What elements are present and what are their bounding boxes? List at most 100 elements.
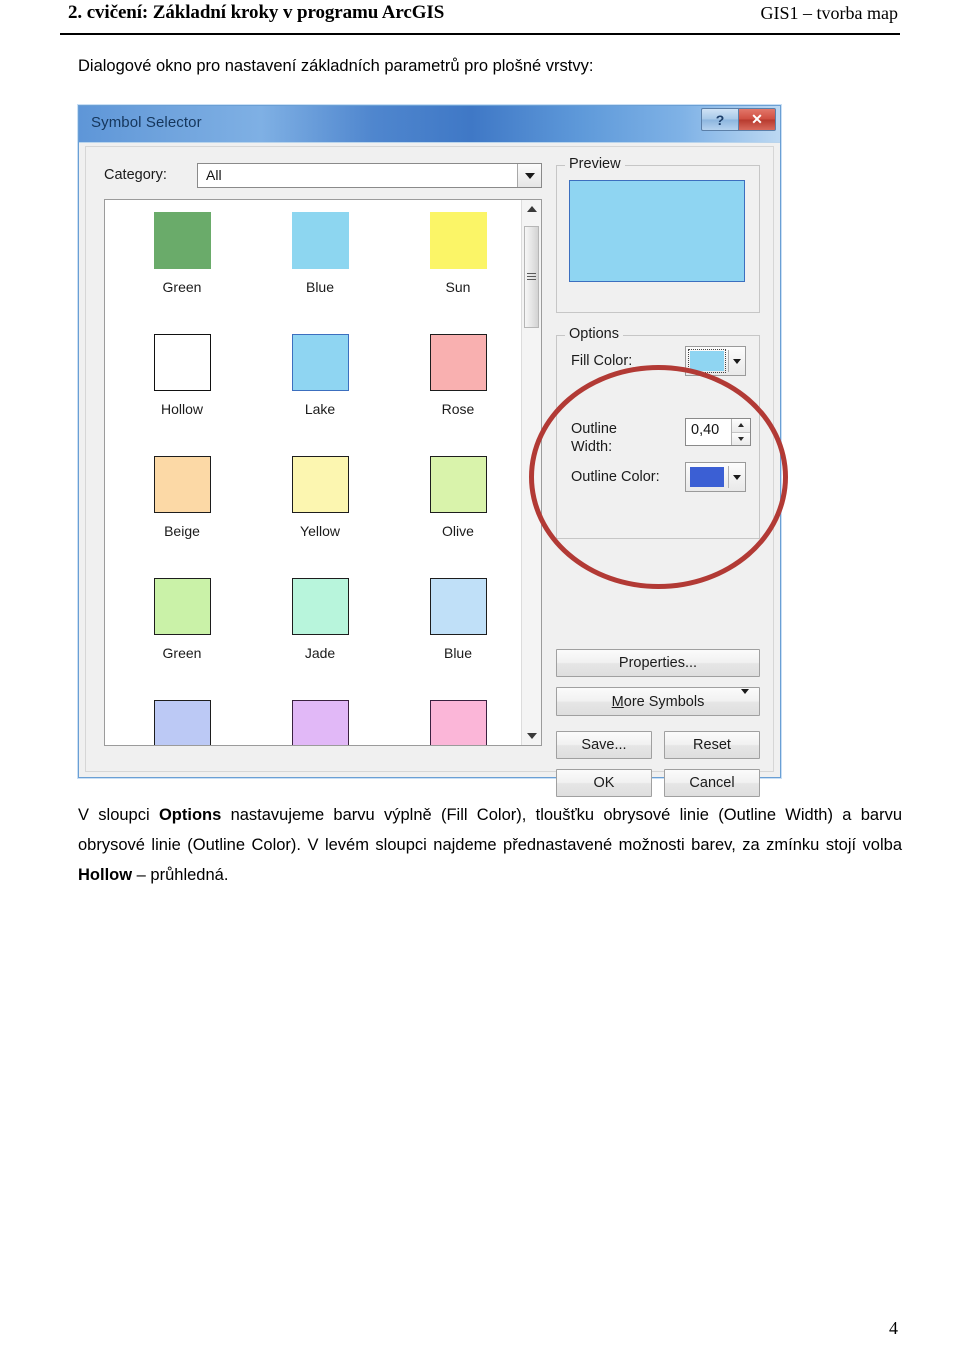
more-symbols-accesskey: M (611, 693, 624, 710)
options-group: Options Fill Color: Outline Width: 0,40 (556, 326, 760, 539)
triangle-glyph (526, 206, 537, 212)
symbol-item[interactable]: Hollow (121, 330, 243, 452)
category-dropdown[interactable]: All (197, 163, 542, 188)
category-value: All (206, 167, 222, 183)
symbol-item[interactable]: Green (121, 208, 243, 330)
body-paragraph: V sloupci Options nastavujeme barvu výpl… (78, 800, 902, 890)
symbol-swatch[interactable] (153, 212, 211, 269)
symbol-swatch[interactable] (291, 578, 349, 635)
body-text-part1: V sloupci (78, 806, 159, 824)
page-header: 2. cvičení: Základní kroky v programu Ar… (0, 0, 960, 38)
symbol-swatch[interactable] (153, 578, 211, 635)
properties-button[interactable]: Properties... (556, 649, 760, 677)
category-row: Category: All (104, 163, 542, 189)
symbol-label: Rose (441, 401, 475, 417)
symbol-swatch[interactable] (429, 334, 487, 391)
symbol-item[interactable]: Olive (397, 452, 519, 574)
dialog-title: Symbol Selector (91, 114, 202, 131)
symbol-selector-dialog: Symbol Selector ? ✕ Category: All Green B… (78, 105, 788, 797)
symbol-item[interactable]: Lake (259, 330, 381, 452)
symbol-item[interactable]: Rose (397, 330, 519, 452)
symbol-swatch[interactable] (429, 456, 487, 513)
symbol-item[interactable]: Blue (259, 208, 381, 330)
symbol-label: Hollow (160, 401, 203, 417)
body-bold-options: Options (158, 806, 222, 824)
outline-color-label: Outline Color: (571, 469, 660, 485)
fill-color-label: Fill Color: (571, 353, 633, 369)
stepper-buttons[interactable] (731, 419, 750, 445)
cancel-button[interactable]: Cancel (664, 769, 760, 797)
fill-color-button[interactable] (685, 346, 746, 376)
symbol-item[interactable]: Beige (121, 452, 243, 574)
symbol-label: Olive (442, 523, 474, 539)
header-right-title: GIS1 – tvorba map (760, 3, 898, 23)
reset-button[interactable]: Reset (664, 731, 760, 759)
preview-swatch (569, 180, 745, 282)
symbol-swatch[interactable] (291, 700, 349, 745)
chevron-down-icon[interactable] (517, 164, 541, 187)
dialog-client-area: Category: All Green Blue Sun Hollow Lake Rose… (85, 146, 788, 797)
outline-color-chip (690, 467, 724, 487)
preview-group-title: Preview (565, 156, 625, 172)
scroll-down-icon[interactable] (522, 727, 541, 745)
chevron-down-icon[interactable] (729, 358, 745, 364)
symbol-swatch[interactable] (153, 456, 211, 513)
triangle-glyph (733, 474, 741, 480)
chevron-down-icon[interactable] (741, 688, 749, 710)
help-icon[interactable]: ? (701, 108, 739, 131)
symbol-list-scrollbar[interactable] (521, 200, 541, 745)
symbol-swatch[interactable] (291, 456, 349, 513)
symbol-item[interactable] (259, 696, 381, 745)
outline-color-button[interactable] (685, 462, 746, 492)
symbol-item[interactable] (397, 696, 519, 745)
symbol-row: Hollow Lake Rose (105, 330, 521, 452)
page-number: 4 (889, 1318, 898, 1338)
stepper-down-icon[interactable] (732, 432, 750, 445)
more-symbols-label: More Symbols (612, 694, 705, 710)
symbol-swatch[interactable] (153, 334, 211, 391)
symbol-row: Green Blue Sun (105, 208, 521, 330)
ok-button[interactable]: OK (556, 769, 652, 797)
scroll-up-icon[interactable] (522, 200, 541, 218)
more-symbols-button[interactable]: More Symbols (556, 687, 760, 716)
symbol-label: Jade (304, 645, 336, 661)
stepper-up-icon[interactable] (732, 419, 750, 433)
outline-width-value[interactable]: 0,40 (686, 419, 731, 445)
symbol-item[interactable]: Green (121, 574, 243, 696)
symbol-row: Green Jade Blue (105, 574, 521, 696)
symbol-item[interactable]: Sun (397, 208, 519, 330)
chevron-down-icon[interactable] (729, 474, 745, 480)
header-left-title: 2. cvičení: Základní kroky v programu Ar… (68, 2, 445, 23)
symbol-swatch[interactable] (429, 212, 487, 269)
symbol-item[interactable] (121, 696, 243, 745)
symbol-grid: Green Blue Sun Hollow Lake Rose Beige Yellow Oli… (105, 200, 521, 745)
triangle-glyph (738, 423, 744, 428)
intro-caption: Dialogové okno pro nastavení základních … (78, 57, 594, 75)
symbol-label: Beige (164, 523, 200, 539)
close-icon[interactable]: ✕ (738, 108, 776, 131)
scrollbar-thumb[interactable] (524, 226, 539, 328)
symbol-label: Yellow (300, 523, 340, 539)
symbol-label: Blue (305, 279, 335, 295)
symbol-list-pane[interactable]: Green Blue Sun Hollow Lake Rose Beige Yellow Oli… (104, 199, 542, 746)
symbol-swatch[interactable] (291, 334, 349, 391)
save-button[interactable]: Save... (556, 731, 652, 759)
symbol-swatch[interactable] (429, 700, 487, 745)
symbol-item[interactable]: Yellow (259, 452, 381, 574)
symbol-row (105, 696, 521, 745)
triangle-glyph (524, 172, 535, 179)
fill-color-chip (688, 349, 726, 373)
symbol-label: Green (162, 279, 202, 295)
symbol-swatch[interactable] (429, 578, 487, 635)
more-symbols-rest: ore Symbols (623, 693, 705, 710)
triangle-glyph (526, 733, 537, 739)
symbol-item[interactable]: Jade (259, 574, 381, 696)
window-controls: ? ✕ (701, 108, 776, 132)
outline-width-label: Outline Width: (571, 421, 617, 455)
symbol-swatch[interactable] (153, 700, 211, 745)
symbol-swatch[interactable] (291, 212, 349, 269)
symbol-row: Beige Yellow Olive (105, 452, 521, 574)
category-label: Category: (104, 167, 167, 183)
symbol-item[interactable]: Blue (397, 574, 519, 696)
outline-width-stepper[interactable]: 0,40 (685, 418, 751, 446)
